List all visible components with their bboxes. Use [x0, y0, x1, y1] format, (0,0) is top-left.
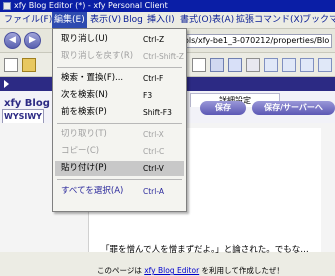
menu-item-shortcut: Ctrl-A	[143, 187, 165, 196]
menu-item-label: 検索・置換(F)...	[61, 73, 124, 83]
footer-link[interactable]: xfy Blog Editor	[144, 266, 199, 275]
menu-item-cut[interactable]: 切り取り(T) Ctrl-X	[55, 127, 184, 142]
menu-item-label: すべてを選択(A)	[61, 186, 124, 196]
link-icon[interactable]	[246, 58, 260, 72]
menu-extensions[interactable]: 拡張コマンド(X)	[234, 12, 305, 28]
align-icon[interactable]	[318, 58, 332, 72]
open-folder-icon[interactable]	[22, 58, 36, 72]
address-input[interactable]: ols/xfy-be1_3-070212/properties/Blo	[180, 34, 332, 48]
menu-item-copy[interactable]: コピー(C) Ctrl-C	[55, 144, 184, 159]
list-icon[interactable]	[264, 58, 278, 72]
menu-item-paste[interactable]: 貼り付け(P) Ctrl-V	[55, 161, 184, 176]
menu-bookmarks[interactable]: ブックマ	[300, 12, 335, 28]
menu-blog[interactable]: Blog	[121, 12, 145, 28]
save-to-server-button[interactable]: 保存/サーバーへ	[252, 101, 335, 115]
save-button[interactable]: 保存	[200, 101, 246, 115]
menu-format[interactable]: 書式(O)	[178, 12, 214, 28]
menu-edit[interactable]: 編集(E)	[52, 12, 87, 28]
new-document-icon[interactable]	[4, 58, 18, 72]
menu-insert[interactable]: 挿入(I)	[145, 12, 177, 28]
menu-file[interactable]: ファイル(F)	[2, 12, 54, 28]
footer-prefix: このページは	[97, 266, 145, 275]
menu-item-label: 切り取り(T)	[61, 129, 107, 139]
footer-suffix: を利用して作成したぜ！	[199, 266, 284, 275]
menu-item-redo[interactable]: 取り消しを戻す(R) Ctrl-Shift-Z	[55, 49, 184, 64]
menu-item-label: 次を検索(N)	[61, 90, 108, 100]
menu-table[interactable]: 表(A)	[210, 12, 236, 28]
menu-item-shortcut: Shift-F3	[143, 108, 172, 117]
menu-bar: ファイル(F) 編集(E) 表示(V) Blog 挿入(I) 書式(O) 表(A…	[0, 12, 335, 29]
blog-title: xfy Blog	[4, 98, 50, 109]
back-button[interactable]: ◀	[4, 32, 21, 49]
forward-arrow-icon: ▶	[29, 35, 36, 45]
quote-text: 「罪を憎んで人を憎まずだよ。」と論された。でもな…	[101, 245, 309, 255]
tab-wysiwyg[interactable]: WYSIWY	[2, 109, 44, 123]
menu-item-label: 貼り付け(P)	[61, 163, 107, 173]
window-title: xfy Blog Editor (*) - xfy Personal Clien…	[14, 1, 168, 10]
expand-arrow-icon	[4, 80, 9, 88]
menu-item-label: 取り消し(U)	[61, 34, 108, 44]
menu-item-shortcut: Ctrl-X	[143, 130, 164, 139]
back-arrow-icon: ◀	[9, 35, 16, 45]
menu-item-undo[interactable]: 取り消し(U) Ctrl-Z	[55, 32, 184, 47]
image-icon[interactable]	[192, 58, 206, 72]
menu-item-find-replace[interactable]: 検索・置換(F)... Ctrl-F	[55, 71, 184, 86]
menu-item-find-previous[interactable]: 前を検索(P) Shift-F3	[55, 105, 184, 120]
forward-button[interactable]: ▶	[24, 32, 41, 49]
menu-item-shortcut: Ctrl-C	[143, 147, 165, 156]
title-bar: xfy Blog Editor (*) - xfy Personal Clien…	[0, 0, 335, 12]
menu-item-shortcut: Ctrl-F	[143, 74, 164, 83]
footer-line: このページは xfy Blog Editor を利用して作成したぜ！	[97, 265, 284, 276]
menu-item-label: 取り消しを戻す(R)	[61, 51, 134, 61]
grid-icon[interactable]	[228, 58, 242, 72]
menu-item-select-all[interactable]: すべてを選択(A) Ctrl-A	[55, 184, 184, 199]
outdent-icon[interactable]	[300, 58, 314, 72]
menu-separator	[57, 123, 182, 124]
menu-item-shortcut: Ctrl-Z	[143, 35, 165, 44]
table-icon[interactable]	[210, 58, 224, 72]
menu-item-shortcut: Ctrl-Shift-Z	[143, 52, 184, 61]
menu-separator	[57, 179, 182, 180]
menu-item-label: 前を検索(P)	[61, 107, 107, 117]
xfy-app-icon	[3, 2, 11, 10]
menu-view[interactable]: 表示(V)	[88, 12, 123, 28]
menu-item-find-next[interactable]: 次を検索(N) F3	[55, 88, 184, 103]
menu-separator	[57, 67, 182, 68]
menu-item-label: コピー(C)	[61, 146, 100, 156]
menu-item-shortcut: F3	[143, 91, 153, 100]
menu-item-shortcut: Ctrl-V	[143, 164, 164, 173]
indent-icon[interactable]	[282, 58, 296, 72]
edit-menu-dropdown: 取り消し(U) Ctrl-Z 取り消しを戻す(R) Ctrl-Shift-Z 検…	[52, 28, 187, 212]
